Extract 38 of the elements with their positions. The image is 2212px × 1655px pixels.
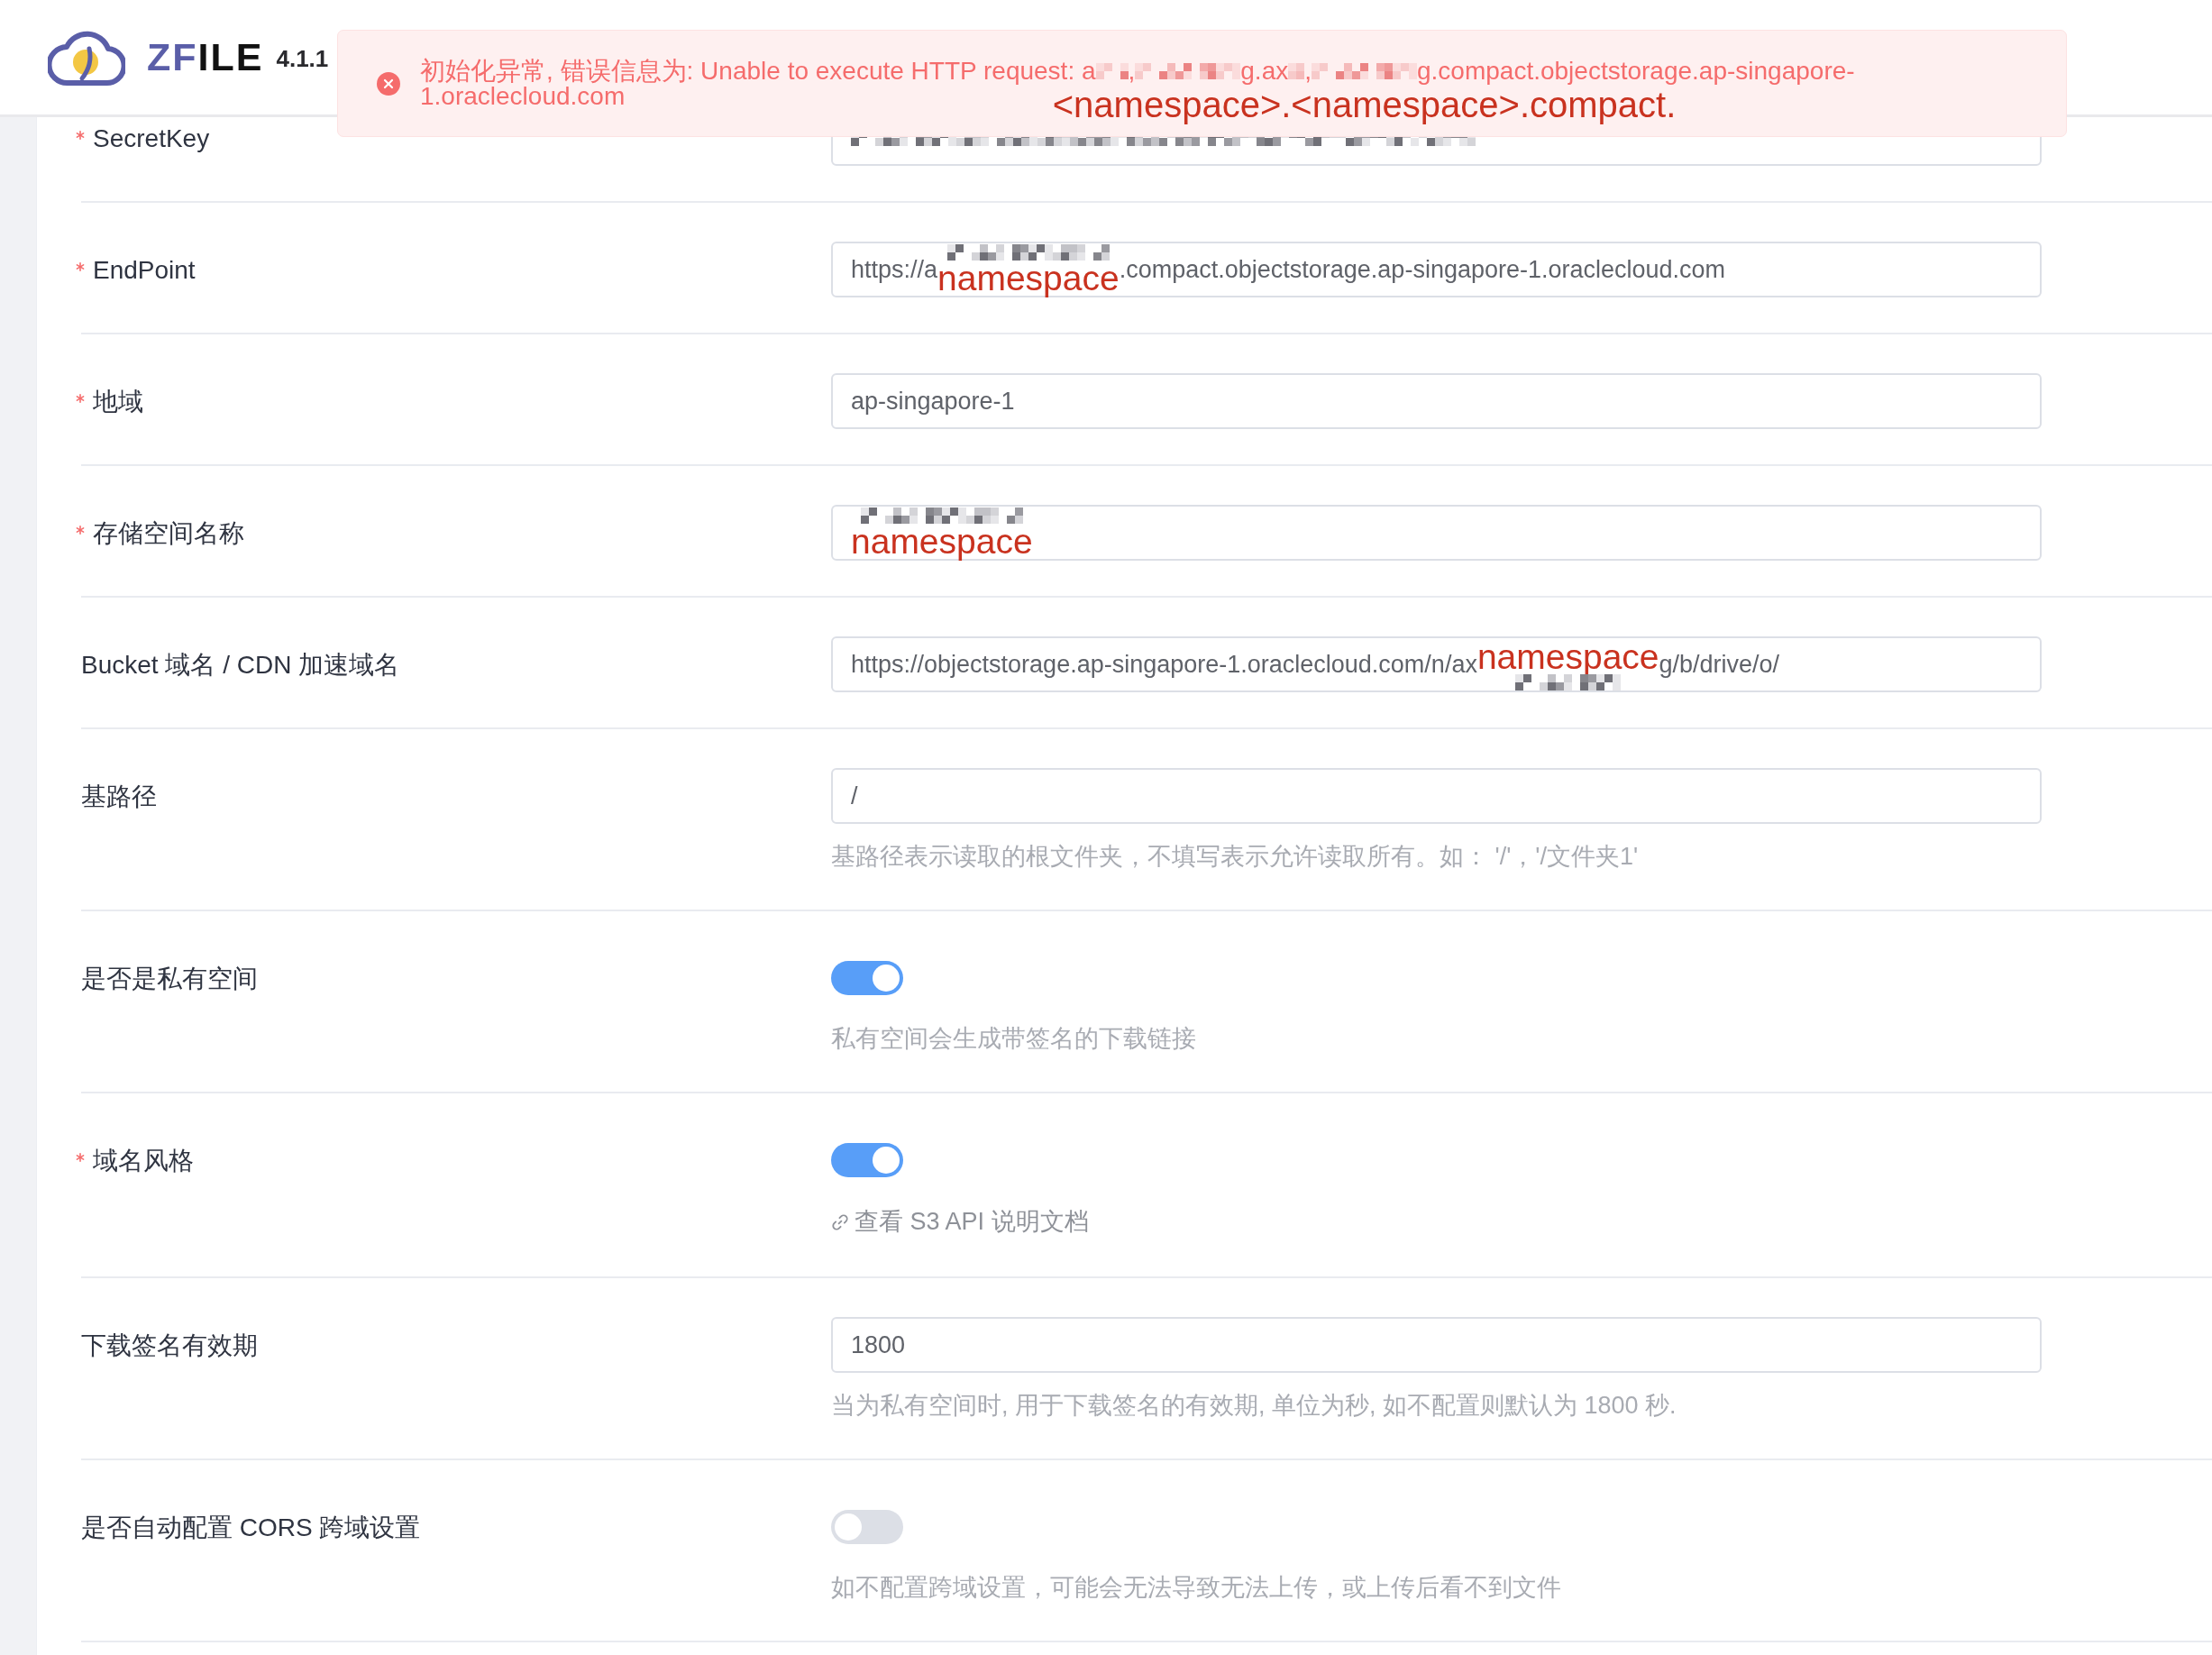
input-field[interactable]: namespace [831,505,2042,561]
toggle-switch[interactable] [831,1510,903,1544]
toggle-switch[interactable] [831,1143,903,1177]
error-message-text: 初始化异常, 错误信息为: Unable to execute HTTP request: a [420,58,1096,84]
field-label: 基路径 [81,781,157,812]
field-label: 是否自动配置 CORS 跨域设置 [81,1512,421,1543]
input-field[interactable]: ap-singapore-1 [831,373,2042,429]
pixelated-redaction [1288,62,1305,79]
annotation-text: namespace [851,523,1033,559]
error-message-text: g.compact.objectstorage.ap-singapore- [1417,58,1855,84]
docs-link[interactable]: 查看 S3 API 说明文档 [831,1202,1089,1241]
field-label: 是否是私有空间 [81,963,258,994]
help-text: 当为私有空间时, 用于下载签名的有效期, 单位为秒, 如不配置则默认为 1800 秒. [831,1391,1677,1421]
pixelated-redaction [1095,62,1129,79]
field-label: SecretKey [93,123,210,154]
input-field[interactable]: 1800 [831,1317,2042,1373]
toggle-switch[interactable] [831,961,903,995]
version-label: 4.1.1 [276,44,329,74]
annotation-text: namespace [1476,638,1659,674]
input-field[interactable]: / [831,768,2042,824]
field-label: 地域 [93,386,143,417]
logo-wordmark: ZFILE [147,35,264,79]
error-message-text: g.ax [1240,58,1289,84]
field-label: EndPoint [93,254,196,286]
help-text: 如不配置跨域设置，可能会无法导致无法上传，或上传后看不到文件 [831,1573,1561,1603]
annotation-text: <namespace>.<namespace>.compact. [1052,86,1677,123]
error-message-text: , [1128,58,1136,84]
annotation-text: namespace [937,260,1120,296]
error-message-text: , [1304,58,1312,84]
link-icon [831,1212,849,1231]
field-label: 存储空间名称 [93,517,244,549]
error-message-text: 1.oraclecloud.com [420,83,626,109]
field-label: Bucket 域名 / CDN 加速域名 [81,649,400,681]
error-icon [377,71,400,96]
field-label: 下载签名有效期 [81,1330,258,1361]
help-text: 私有空间会生成带签名的下载链接 [831,1024,1196,1054]
help-text: 基路径表示读取的根文件夹，不填写表示允许读取所有。如： '/'，'/文件夹1' [831,842,1639,872]
field-label: 域名风格 [93,1145,194,1176]
